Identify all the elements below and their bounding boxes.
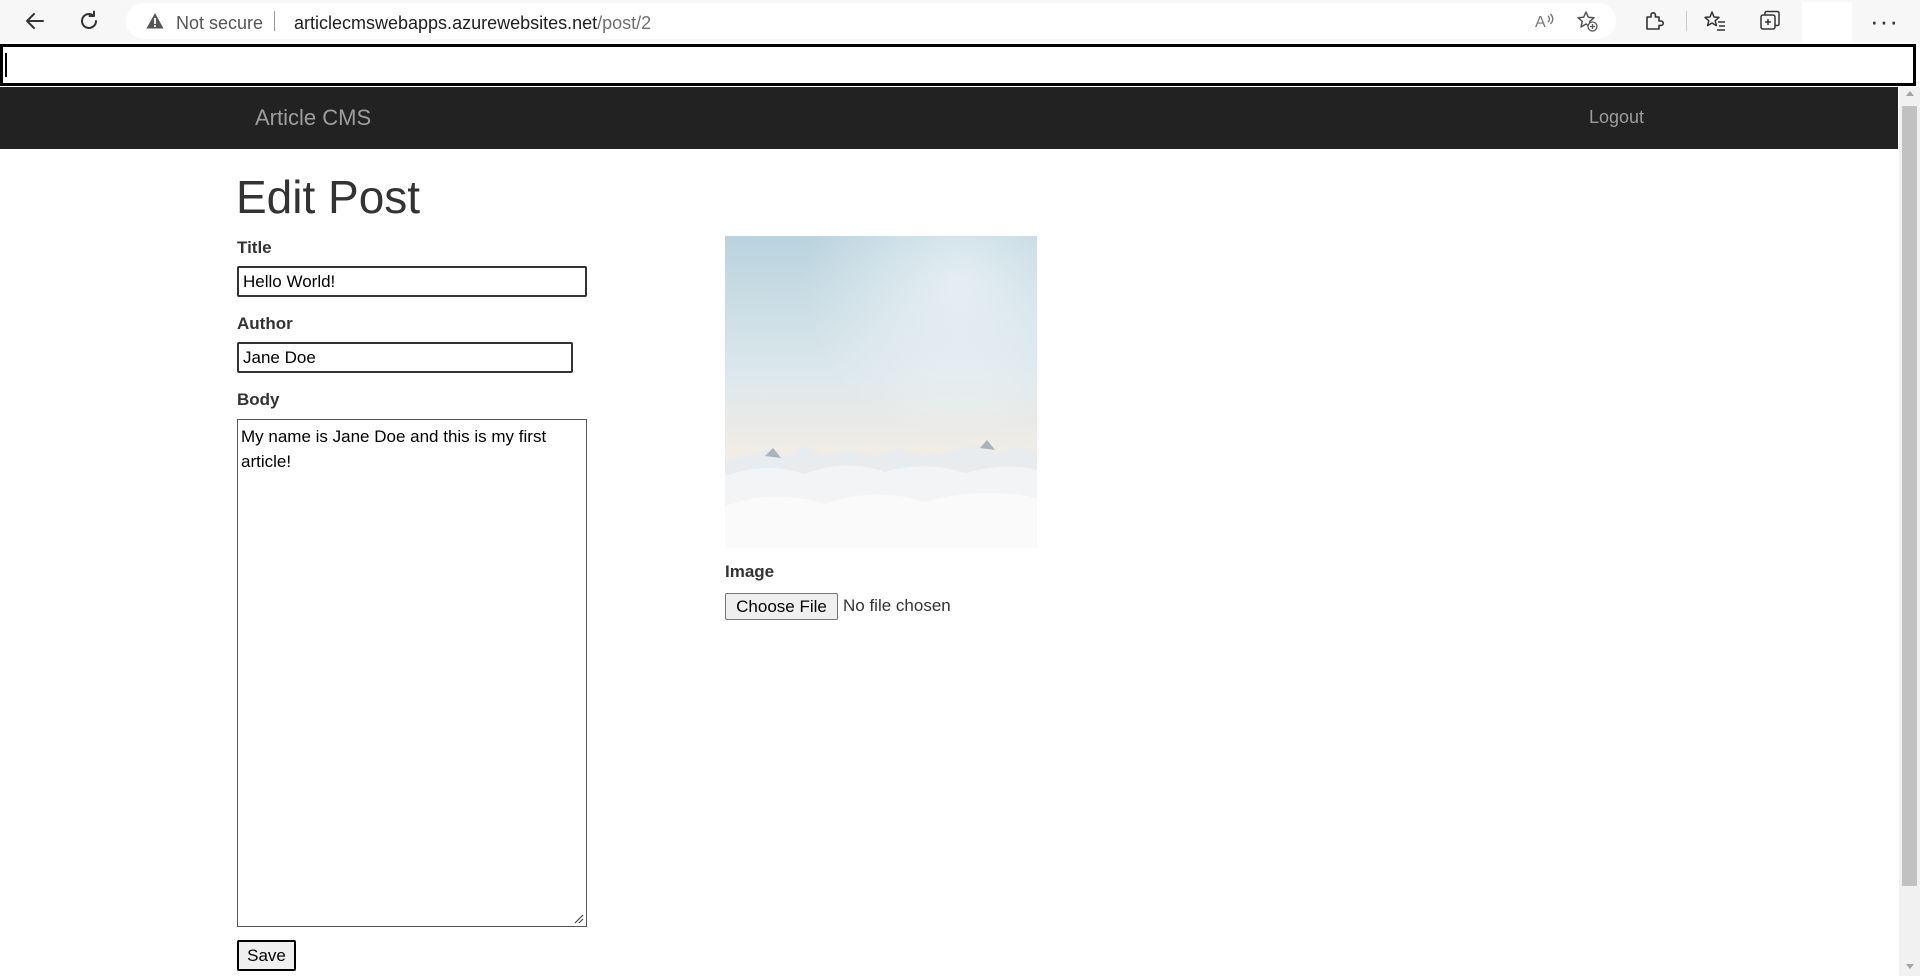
warning-icon[interactable]	[146, 12, 164, 30]
scroll-up-arrow-icon[interactable]	[1906, 91, 1914, 96]
back-button[interactable]	[20, 6, 50, 36]
body-textarea[interactable]: My name is Jane Doe and this is my first…	[237, 419, 587, 927]
url-host: articlecmswebapps.azurewebsites.net	[294, 13, 598, 33]
profile-area[interactable]	[1802, 2, 1852, 44]
text-cursor	[5, 53, 7, 77]
resize-grip-icon[interactable]	[572, 912, 584, 924]
scrollbar-thumb[interactable]	[1902, 106, 1917, 886]
logout-link[interactable]: Logout	[1589, 107, 1644, 128]
address-divider	[274, 11, 275, 31]
url-text[interactable]: articlecmswebapps.azurewebsites.net/post…	[294, 13, 651, 34]
security-status[interactable]: Not secure	[176, 13, 263, 34]
title-input[interactable]	[237, 266, 587, 297]
read-aloud-icon[interactable]: A	[1534, 10, 1556, 32]
address-bar[interactable]: Not secure articlecmswebapps.azurewebsit…	[126, 3, 1616, 39]
url-path: /post/2	[597, 13, 652, 33]
post-image	[725, 236, 1037, 548]
author-label: Author	[237, 314, 293, 333]
refresh-icon	[81, 10, 97, 29]
body-label: Body	[237, 390, 280, 409]
site-navbar: Article CMS Logout	[0, 87, 1898, 149]
author-input[interactable]	[237, 342, 573, 373]
back-arrow-icon	[26, 13, 44, 29]
favorites-icon[interactable]	[1703, 9, 1727, 33]
save-button[interactable]: Save	[237, 940, 296, 971]
title-label: Title	[237, 238, 272, 257]
file-status: No file chosen	[843, 596, 951, 615]
choose-file-button[interactable]: Choose File	[725, 593, 838, 620]
toolbar-divider	[1686, 11, 1687, 31]
scroll-down-arrow-icon[interactable]	[1906, 964, 1914, 969]
image-label: Image	[725, 562, 775, 581]
brand-link[interactable]: Article CMS	[255, 105, 371, 131]
more-options-icon[interactable]: ···	[1870, 8, 1899, 34]
add-favorite-icon[interactable]	[1576, 10, 1598, 32]
sky-clouds-image	[725, 236, 1037, 548]
refresh-button[interactable]	[74, 6, 104, 36]
page-title: Edit Post	[236, 171, 421, 223]
browser-toolbar: Not secure articlecmswebapps.azurewebsit…	[0, 0, 1920, 44]
top-bar[interactable]	[0, 44, 1916, 86]
svg-text:A: A	[1535, 14, 1546, 31]
collections-icon[interactable]	[1758, 9, 1782, 33]
extensions-icon[interactable]	[1642, 9, 1666, 33]
